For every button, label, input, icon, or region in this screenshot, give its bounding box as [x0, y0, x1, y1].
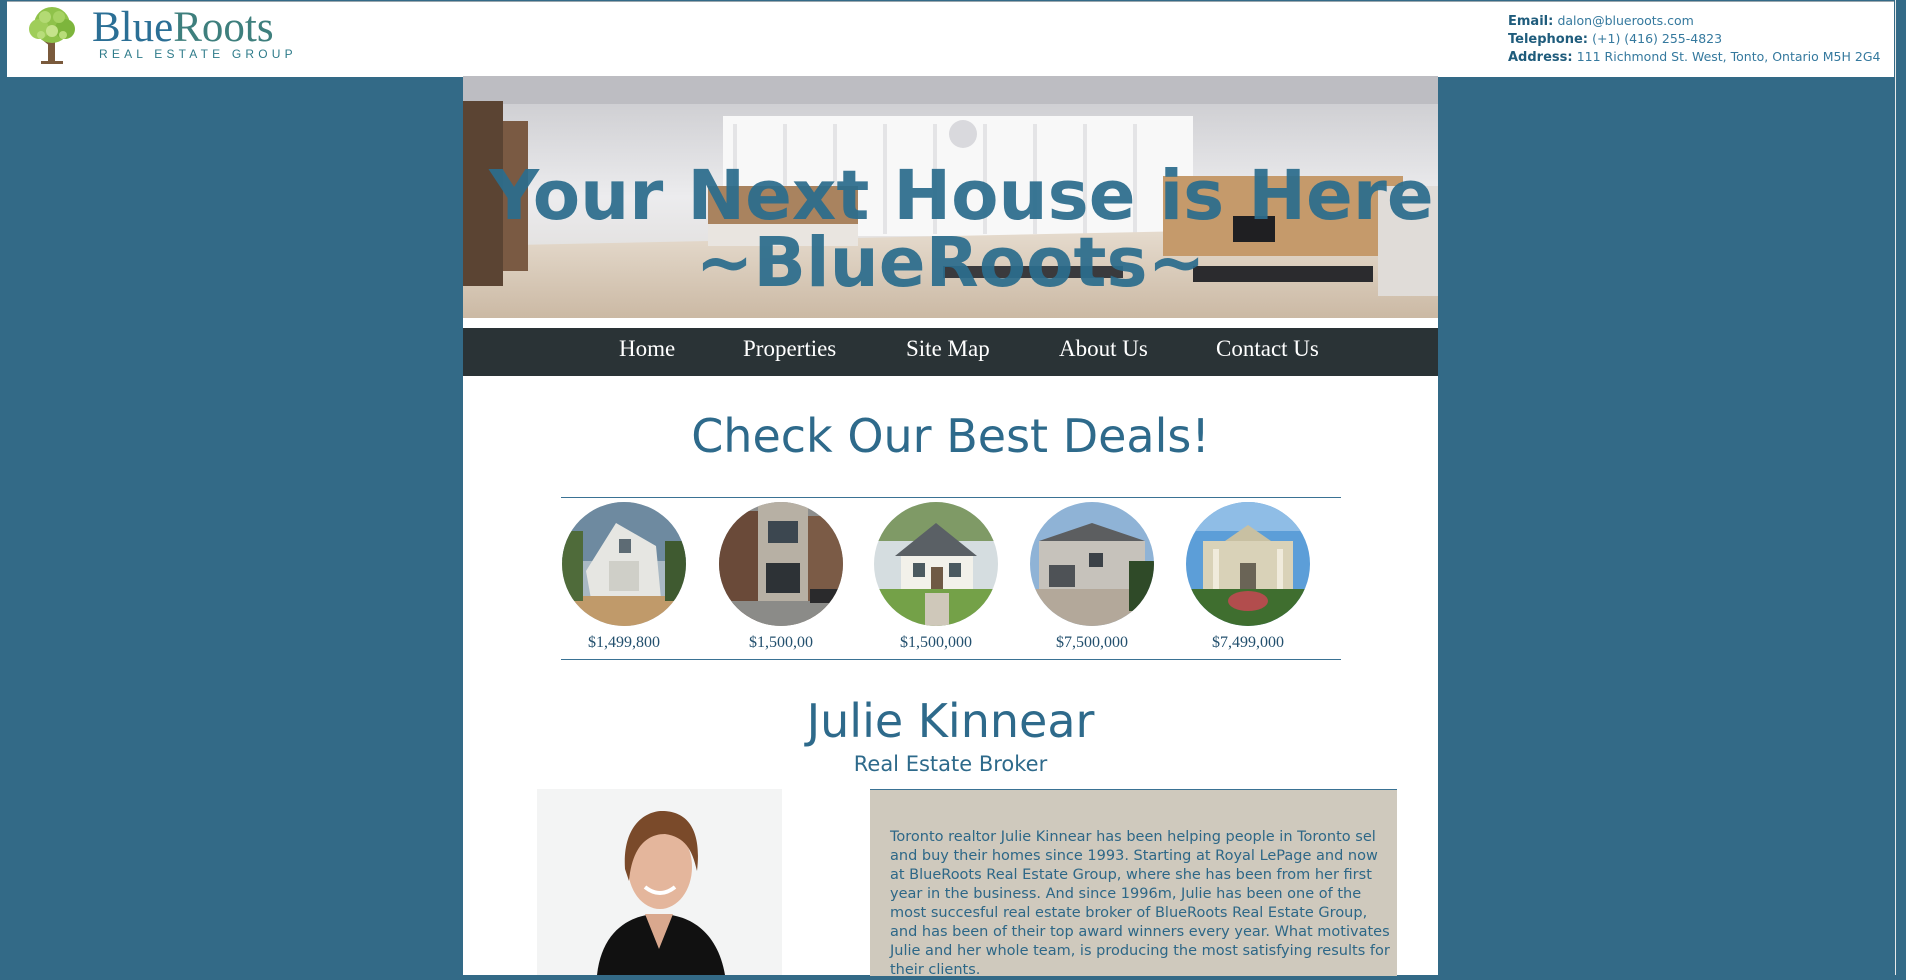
- blueroots-logo[interactable]: BlueRoots REAL ESTATE GROUP: [17, 2, 317, 72]
- nav-home[interactable]: Home: [619, 336, 675, 362]
- agent-bio-text: Toronto realtor Julie Kinnear has been h…: [890, 829, 1390, 978]
- tree-logo-icon: [29, 7, 75, 64]
- house-photo-1: [562, 502, 686, 626]
- agent-name: Julie Kinnear: [806, 694, 1095, 748]
- agent-portrait-image: [537, 789, 782, 975]
- contact-info: Email: dalon@blueroots.com Telephone: (+…: [1508, 12, 1880, 66]
- deal-price: $7,500,000: [1056, 634, 1128, 651]
- house-photo-3: [874, 502, 998, 626]
- deals-gallery: $1,499,800 $1,500,00 $1,500,000 $7,500,0…: [561, 497, 1341, 660]
- agent-photo: [537, 789, 782, 975]
- nav-about-us[interactable]: About Us: [1059, 336, 1148, 362]
- page-scrollbar[interactable]: [1895, 0, 1906, 975]
- deal-card[interactable]: $1,500,000: [871, 501, 1001, 659]
- telephone-label: Telephone:: [1508, 32, 1588, 47]
- house-photo-4: [1030, 502, 1154, 626]
- telephone-value: (+1) (416) 255-4823: [1592, 31, 1723, 46]
- address-value: 111 Richmond St. West, Tonto, Ontario M5…: [1576, 49, 1881, 64]
- nav-properties[interactable]: Properties: [743, 336, 836, 362]
- deal-card[interactable]: $7,499,000: [1183, 501, 1313, 659]
- deal-price: $1,500,000: [900, 634, 972, 651]
- agent-bio-box: Toronto realtor Julie Kinnear has been h…: [870, 789, 1397, 978]
- brand-name-part1: Blue: [92, 4, 174, 51]
- deal-price: $7,499,000: [1212, 634, 1284, 651]
- main-nav: Home Properties Site Map About Us Contac…: [463, 328, 1438, 376]
- main-content: Your Next House is Here. ~BlueRoots~ Hom…: [463, 76, 1438, 978]
- deal-card[interactable]: $7,500,000: [1027, 501, 1157, 659]
- house-photo-5: [1186, 502, 1310, 626]
- brand-tagline: REAL ESTATE GROUP: [99, 47, 297, 61]
- nav-site-map[interactable]: Site Map: [906, 336, 990, 362]
- house-photo-2: [719, 502, 843, 626]
- deals-title: Check Our Best Deals!: [691, 409, 1210, 463]
- nav-contact-us[interactable]: Contact Us: [1216, 336, 1319, 362]
- email-value[interactable]: dalon@blueroots.com: [1557, 13, 1693, 28]
- brand-name-part2: Roots: [173, 4, 274, 51]
- brand-name: BlueRoots: [92, 4, 274, 52]
- deal-card[interactable]: $1,499,800: [559, 501, 689, 659]
- address-label: Address:: [1508, 50, 1573, 65]
- agent-role: Real Estate Broker: [853, 752, 1048, 776]
- deal-price: $1,499,800: [588, 634, 660, 651]
- email-label: Email:: [1508, 14, 1554, 29]
- hero-brand-line: ~BlueRoots~: [695, 223, 1206, 303]
- hero-banner: Your Next House is Here. ~BlueRoots~: [463, 76, 1438, 318]
- site-header: BlueRoots REAL ESTATE GROUP Email: dalon…: [7, 1, 1894, 77]
- deal-price: $1,500,00: [749, 634, 813, 651]
- deal-card[interactable]: $1,500,00: [716, 501, 846, 659]
